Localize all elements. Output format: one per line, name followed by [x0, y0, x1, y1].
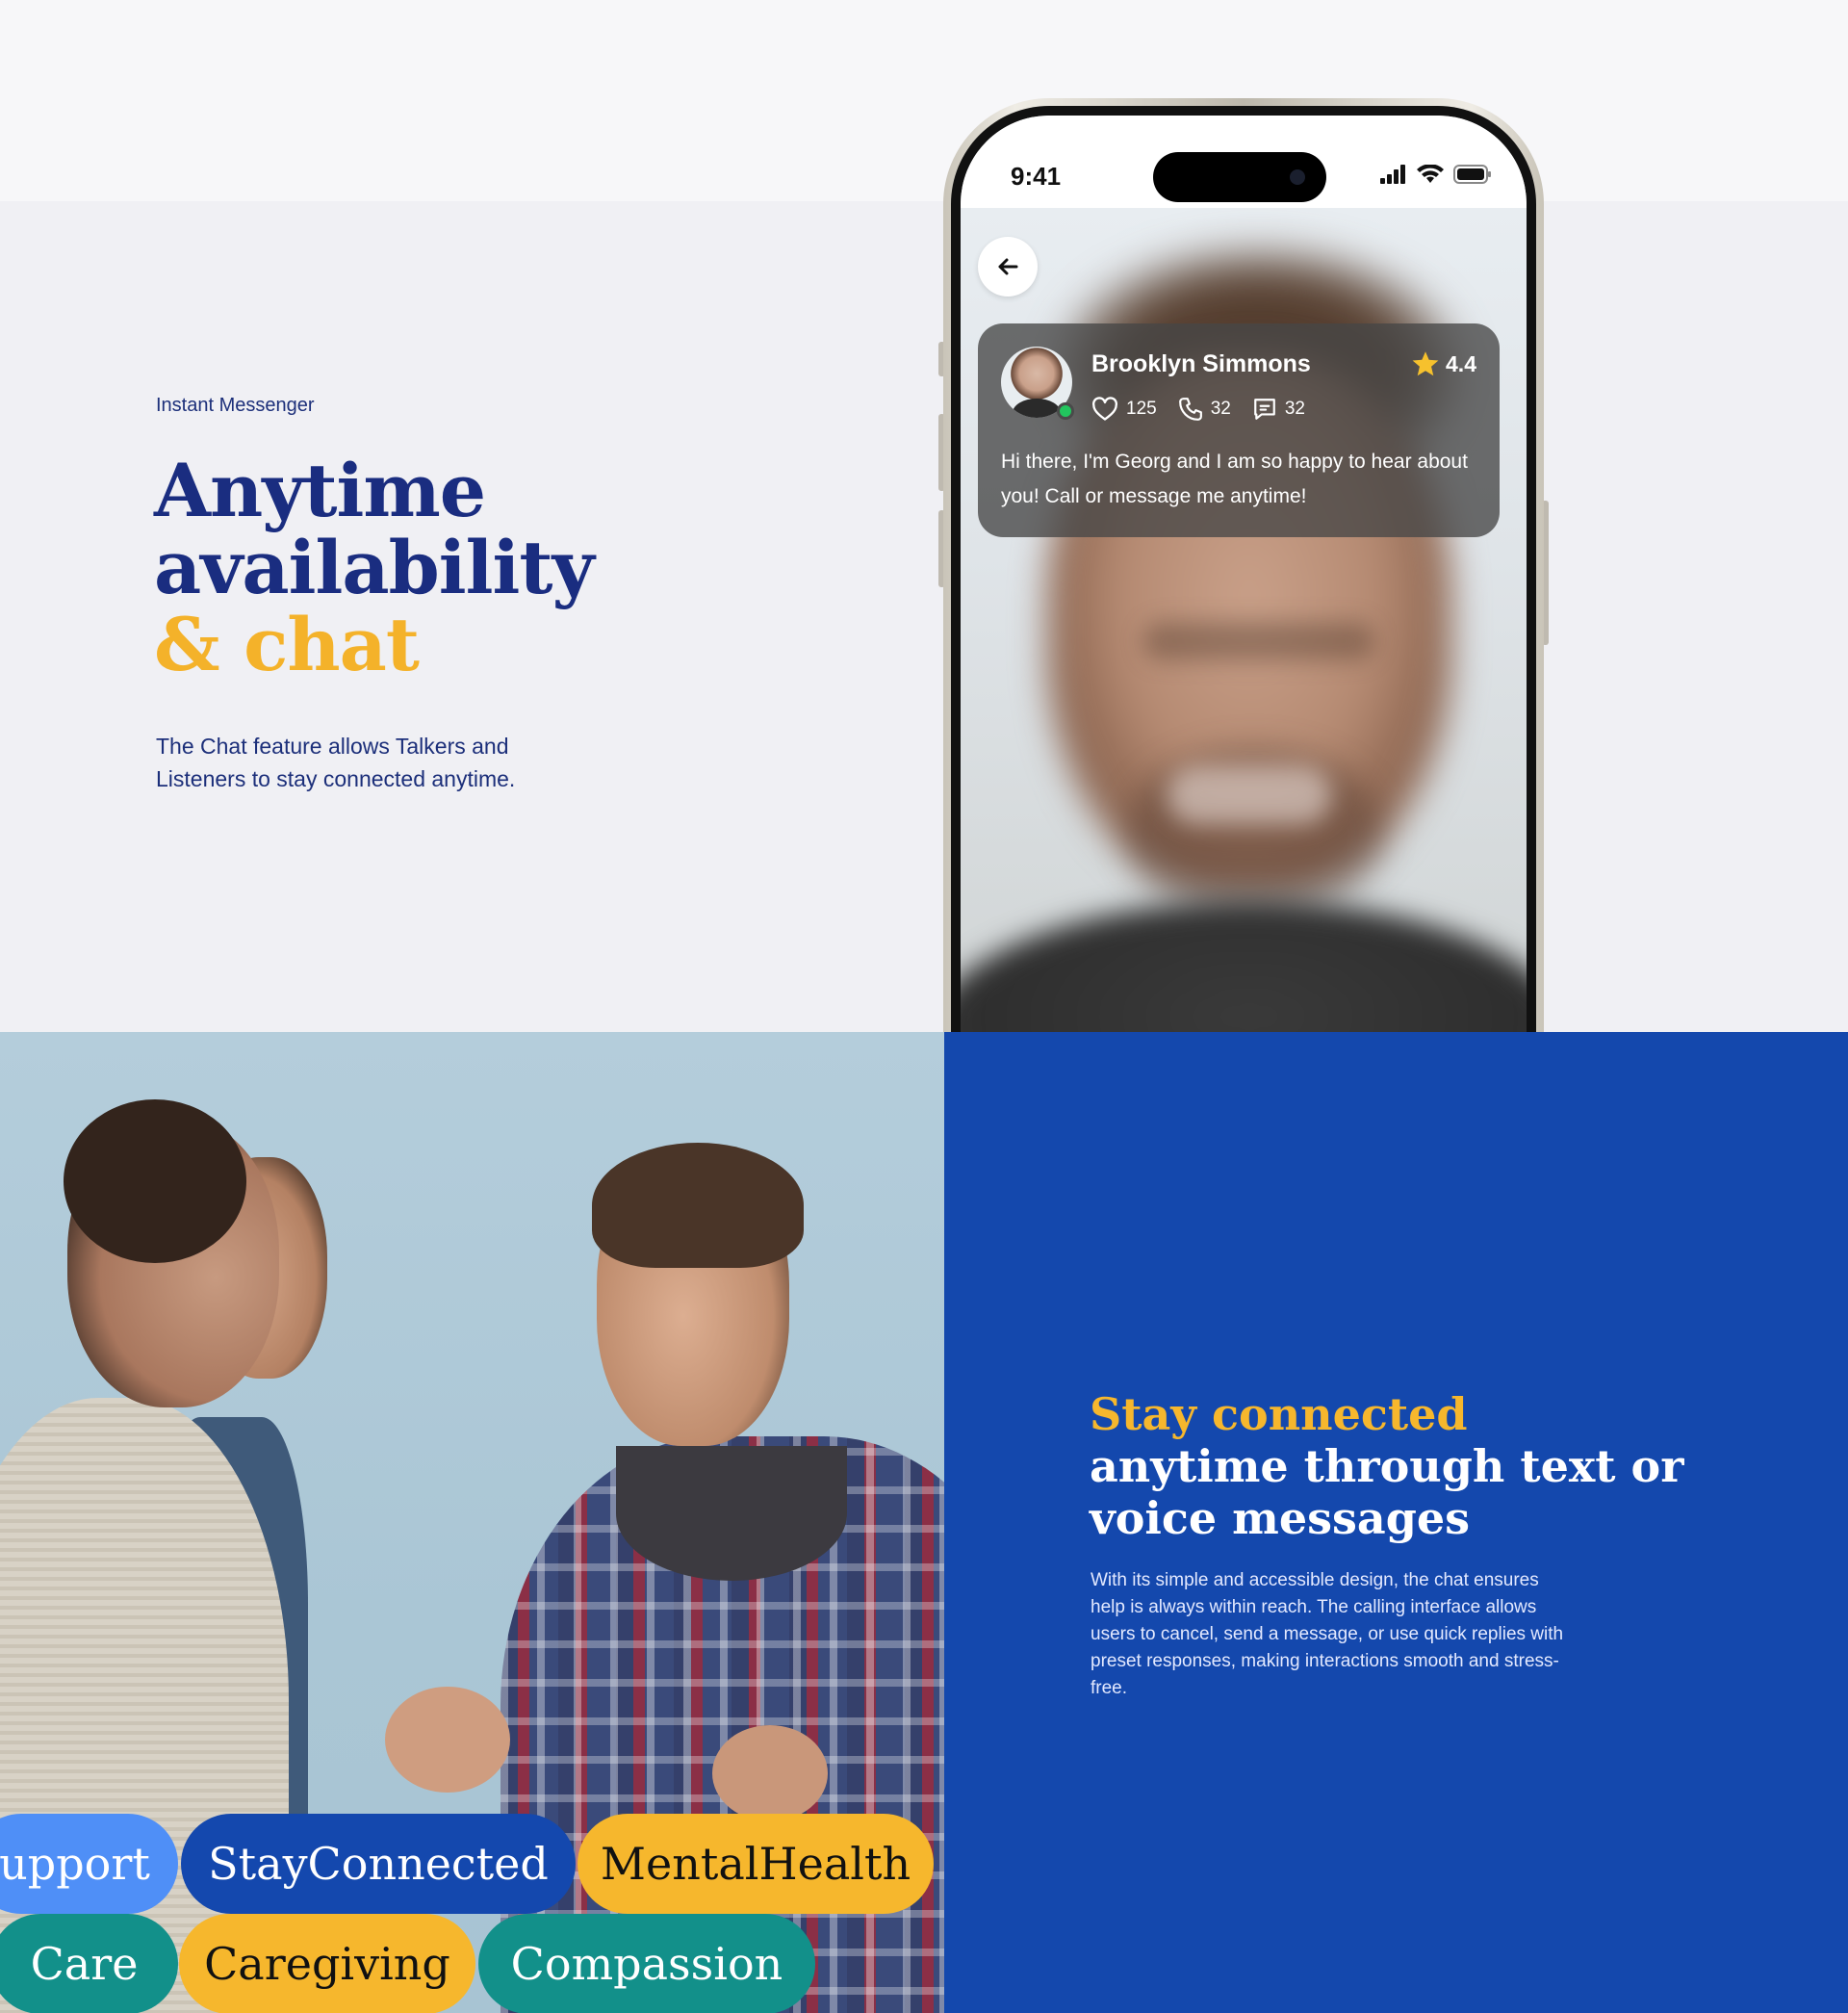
feature-title-line-2: anytime through text or — [1090, 1440, 1684, 1492]
tag-support: upport — [0, 1814, 178, 1914]
messages-stat: 32 — [1252, 397, 1305, 422]
feature-title-line-3: voice messages — [1090, 1492, 1471, 1544]
headline-line-3: & chat — [154, 602, 420, 687]
message-icon — [1254, 399, 1275, 420]
status-bar: 9:41 — [961, 116, 1527, 208]
online-status-dot — [1057, 402, 1074, 420]
tag-compassion: Compassion — [478, 1914, 815, 2013]
calls-stat: 32 — [1178, 397, 1231, 422]
feature-title: Stay connected anytime through text or v… — [1090, 1388, 1683, 1544]
signal-icon — [1380, 165, 1405, 184]
headline-line-2: availability — [154, 525, 595, 610]
arrow-left-icon — [998, 258, 1018, 275]
section-eyebrow: Instant Messenger — [156, 395, 315, 416]
tag-caregiving: Caregiving — [179, 1914, 475, 2013]
star-icon — [1412, 351, 1439, 376]
calls-count: 32 — [1210, 399, 1231, 419]
tag-mentalhealth: MentalHealth — [578, 1814, 934, 1914]
top-strip — [0, 0, 1848, 201]
profile-card[interactable]: Brooklyn Simmons 4.4 125 32 32 Hi there,… — [978, 323, 1500, 537]
person-photo-figure — [592, 1143, 804, 1268]
person-photo-figure — [616, 1446, 847, 1581]
profile-message: Hi there, I'm Georg and I am so happy to… — [1001, 451, 1468, 507]
profile-name: Brooklyn Simmons — [1091, 350, 1311, 377]
wifi-icon — [1417, 165, 1444, 183]
phone-screen: 9:41 Brooklyn Simmons 4.4 125 32 32 Hi t… — [961, 116, 1527, 1061]
tag-care: Care — [0, 1914, 178, 2013]
person-photo-figure — [712, 1725, 828, 1821]
people-photo-panel: upport StayConnected MentalHealth Care C… — [0, 1032, 944, 2013]
feature-description: With its simple and accessible design, t… — [1091, 1570, 1564, 1698]
back-button[interactable] — [978, 237, 1038, 297]
battery-icon — [1453, 165, 1491, 184]
likes-count: 125 — [1126, 399, 1157, 419]
headline-line-1: Anytime — [154, 448, 486, 533]
hero-description: The Chat feature allows Talkers and List… — [156, 734, 516, 791]
status-icons — [1380, 164, 1492, 185]
rating-value: 4.4 — [1446, 350, 1476, 376]
person-photo-figure — [385, 1687, 510, 1793]
hero-headline: Anytime availability & chat — [154, 448, 595, 687]
dynamic-island — [1153, 152, 1326, 202]
person-photo-figure — [64, 1099, 246, 1263]
feature-title-highlight: Stay connected — [1090, 1388, 1468, 1440]
phone-bezel: 9:41 Brooklyn Simmons 4.4 125 32 32 Hi t… — [951, 106, 1536, 1061]
status-time: 9:41 — [1011, 162, 1062, 191]
phone-mockup: 9:41 Brooklyn Simmons 4.4 125 32 32 Hi t… — [943, 98, 1544, 1061]
likes-stat: 125 — [1091, 397, 1157, 422]
tag-stayconnected: StayConnected — [181, 1814, 576, 1914]
phone-icon — [1178, 398, 1202, 421]
profile-rating: 4.4 — [1411, 350, 1476, 377]
heart-icon — [1092, 397, 1117, 421]
profile-stats: 125 32 32 — [1091, 397, 1305, 422]
messages-count: 32 — [1284, 399, 1305, 419]
feature-panel: Stay connected anytime through text or v… — [944, 1032, 1848, 2013]
